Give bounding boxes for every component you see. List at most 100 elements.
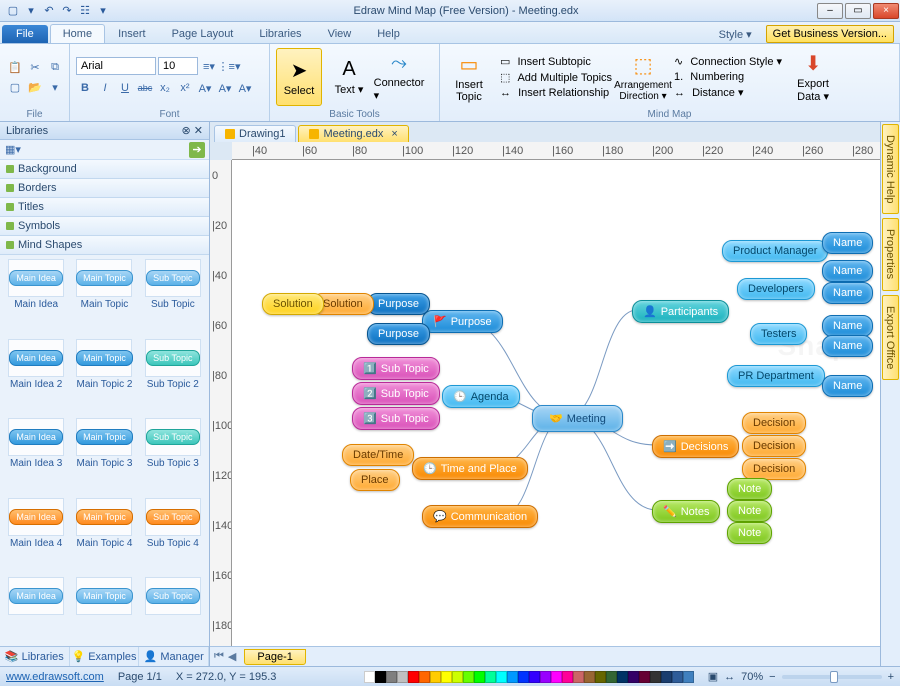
mindmap-node[interactable]: Purpose [367, 323, 430, 345]
color-swatch[interactable] [639, 671, 650, 683]
footer-manager-button[interactable]: 👤Manager [139, 647, 209, 666]
tab-view[interactable]: View [315, 24, 365, 43]
superscript-button[interactable]: x² [176, 79, 194, 97]
tab-page-layout[interactable]: Page Layout [159, 24, 247, 43]
mindmap-node[interactable]: PR Department [727, 365, 825, 387]
new-icon[interactable]: ▢ [6, 78, 24, 96]
footer-examples-button[interactable]: 💡Examples [70, 647, 140, 666]
add-multiple-button[interactable]: ⬚ Add Multiple Topics [500, 71, 612, 84]
connection-style-button[interactable]: ∿ Connection Style ▾ [674, 55, 782, 68]
document-tab[interactable]: Drawing1 [214, 125, 296, 142]
color-swatch[interactable] [452, 671, 463, 683]
mindmap-node[interactable]: 🕒Time and Place [412, 457, 528, 480]
shape-cell[interactable]: Main Topic [72, 577, 136, 642]
insert-topic-button[interactable]: ▭Insert Topic [446, 48, 492, 106]
color-swatch[interactable] [584, 671, 595, 683]
mindmap-node[interactable]: Decision [742, 458, 806, 480]
color-swatch[interactable] [672, 671, 683, 683]
color-swatch[interactable] [474, 671, 485, 683]
shape-cell[interactable]: Main Idea [4, 577, 68, 642]
insert-relationship-button[interactable]: ↔ Insert Relationship [500, 87, 612, 99]
qat-more-icon[interactable]: ▾ [96, 4, 110, 18]
color-swatch[interactable] [496, 671, 507, 683]
copy-icon[interactable]: ⧉ [46, 58, 64, 76]
shape-cell[interactable]: Main TopicMain Topic 4 [72, 498, 136, 574]
mindmap-node[interactable]: ➡️Decisions [652, 435, 739, 458]
tab-libraries[interactable]: Libraries [246, 24, 314, 43]
font-size-input[interactable]: 10 [158, 57, 198, 75]
mindmap-node[interactable]: Note [727, 478, 772, 500]
mindmap-node[interactable]: Solution [262, 293, 324, 315]
shape-cell[interactable]: Main IdeaMain Idea 2 [4, 339, 68, 415]
zoom-width-icon[interactable]: ↔ [724, 671, 735, 683]
mindmap-node[interactable]: 2️⃣Sub Topic [352, 382, 440, 405]
color-swatch[interactable] [463, 671, 474, 683]
color-swatch[interactable] [606, 671, 617, 683]
color-swatch[interactable] [364, 671, 375, 683]
color-swatch[interactable] [573, 671, 584, 683]
color-swatch[interactable] [485, 671, 496, 683]
mindmap-node[interactable]: Date/Time [342, 444, 414, 466]
footer-libraries-button[interactable]: 📚Libraries [0, 647, 70, 666]
right-tab-dynamic-help[interactable]: Dynamic Help [882, 124, 899, 214]
right-tab-properties[interactable]: Properties [882, 218, 899, 290]
mindmap-node[interactable]: Note [727, 522, 772, 544]
save-icon[interactable]: ▾ [24, 4, 38, 18]
color-swatch[interactable] [562, 671, 573, 683]
bullets-icon[interactable]: ⋮≡▾ [220, 57, 238, 75]
style-dropdown[interactable]: Style ▾ [709, 26, 762, 43]
mindmap-node[interactable]: Name [822, 375, 873, 397]
mindmap-node[interactable]: 3️⃣Sub Topic [352, 407, 440, 430]
library-category[interactable]: Symbols [0, 217, 209, 236]
connector-tool[interactable]: ⤳Connector ▾ [376, 48, 422, 106]
tab-help[interactable]: Help [364, 24, 413, 43]
underline-button[interactable]: U [116, 79, 134, 97]
library-category[interactable]: Mind Shapes [0, 236, 209, 255]
bold-button[interactable]: B [76, 79, 94, 97]
zoom-in-button[interactable]: + [888, 671, 894, 683]
mindmap-node[interactable]: 1️⃣Sub Topic [352, 357, 440, 380]
cut-icon[interactable]: ✂ [26, 58, 44, 76]
shape-cell[interactable]: Main TopicMain Topic 3 [72, 418, 136, 494]
highlight-button[interactable]: A▾ [216, 79, 234, 97]
export-data-button[interactable]: ⬇Export Data ▾ [790, 48, 836, 106]
more-icon[interactable]: ▾ [46, 78, 64, 96]
shape-cell[interactable]: Sub TopicSub Topic [141, 259, 205, 335]
mindmap-node[interactable]: ✏️Notes [652, 500, 720, 523]
new-icon[interactable]: ▢ [6, 4, 20, 18]
color-swatch[interactable] [386, 671, 397, 683]
color-swatch[interactable] [595, 671, 606, 683]
lib-add-icon[interactable]: ➔ [189, 142, 205, 158]
mindmap-node[interactable]: Place [350, 469, 400, 491]
strikethrough-button[interactable]: abc [136, 79, 154, 97]
mindmap-node[interactable]: 🚩Purpose [422, 310, 503, 333]
redo-icon[interactable]: ↷ [60, 4, 74, 18]
zoom-slider[interactable] [782, 675, 882, 679]
canvas[interactable]: Snap 🤝Meeting🚩PurposePurposePurposeSolut… [232, 160, 880, 646]
undo-icon[interactable]: ↶ [42, 4, 56, 18]
tab-insert[interactable]: Insert [105, 24, 159, 43]
align-icon[interactable]: ≡▾ [200, 57, 218, 75]
distance-button[interactable]: ↔ Distance ▾ [674, 86, 782, 99]
color-swatch[interactable] [397, 671, 408, 683]
italic-button[interactable]: I [96, 79, 114, 97]
zoom-fit-icon[interactable]: ▣ [708, 670, 718, 683]
document-tab[interactable]: Meeting.edx × [298, 125, 408, 142]
minimize-button[interactable]: – [817, 3, 843, 19]
tab-home[interactable]: Home [50, 24, 105, 43]
color-swatch[interactable] [650, 671, 661, 683]
color-swatch[interactable] [683, 671, 694, 683]
shape-cell[interactable]: Main TopicMain Topic 2 [72, 339, 136, 415]
close-button[interactable]: × [873, 3, 899, 19]
shape-cell[interactable]: Sub TopicSub Topic 4 [141, 498, 205, 574]
library-category[interactable]: Borders [0, 179, 209, 198]
zoom-out-button[interactable]: − [769, 671, 775, 683]
print-icon[interactable]: ☷ [78, 4, 92, 18]
mindmap-node[interactable]: Name [822, 260, 873, 282]
shape-cell[interactable]: Sub Topic [141, 577, 205, 642]
text-tool[interactable]: AText ▾ [326, 48, 372, 106]
status-link[interactable]: www.edrawsoft.com [6, 671, 104, 683]
clear-format-button[interactable]: A▾ [236, 79, 254, 97]
subscript-button[interactable]: x₂ [156, 79, 174, 97]
color-swatch[interactable] [507, 671, 518, 683]
